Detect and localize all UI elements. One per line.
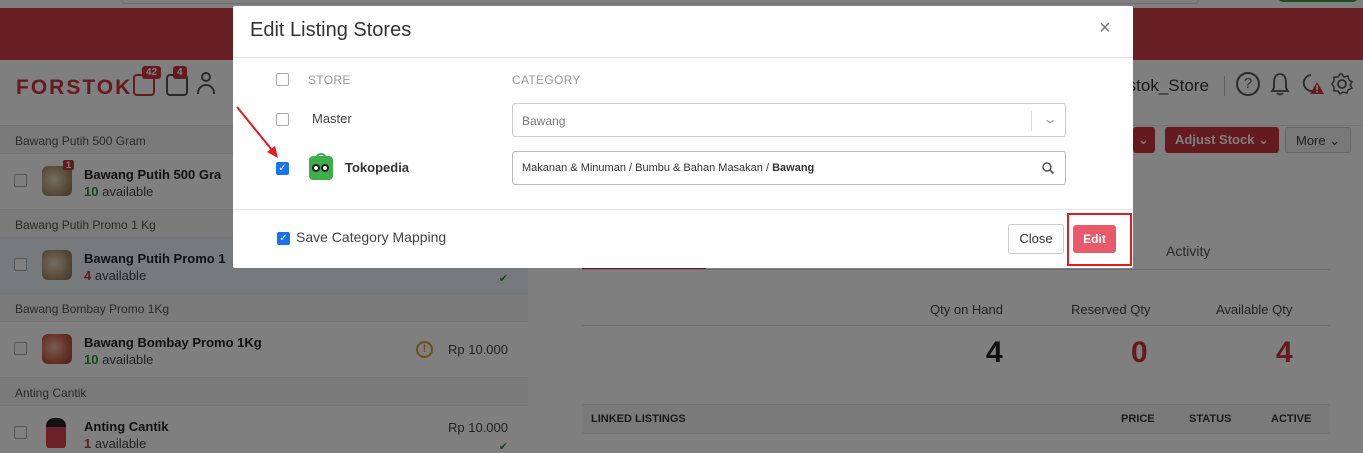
tokopedia-logo-icon [309, 153, 333, 180]
modal-title: Edit Listing Stores [250, 19, 412, 41]
tokopedia-logo-eye [312, 164, 320, 172]
search-icon[interactable] [1041, 161, 1055, 175]
edit-button-highlight [1067, 213, 1132, 266]
tokopedia-category-value: Makanan & Minuman / Bumbu & Bahan Masaka… [522, 162, 814, 174]
master-category-value: Bawang [522, 114, 566, 128]
master-store-label: Master [312, 111, 352, 126]
annotation-arrow-icon [236, 106, 278, 158]
edit-listing-stores-modal: Edit Listing Stores × STORE CATEGORY Mas… [233, 6, 1133, 268]
save-category-mapping-label: Save Category Mapping [296, 229, 447, 245]
tokopedia-logo-eye [321, 164, 329, 172]
tokopedia-category-search[interactable]: Makanan & Minuman / Bumbu & Bahan Masaka… [512, 151, 1066, 185]
modal-header-divider [233, 57, 1133, 58]
tokopedia-logo-handle [315, 153, 327, 159]
category-leaf: Bawang [772, 162, 815, 174]
close-button[interactable]: Close [1008, 224, 1064, 254]
tokopedia-store-label: Tokopedia [345, 160, 410, 175]
category-column-header: CATEGORY [512, 73, 581, 87]
close-icon[interactable]: × [1099, 18, 1111, 38]
chevron-down-icon[interactable]: ⌄ [1042, 112, 1058, 126]
master-category-select[interactable]: Bawang ⌄ [512, 103, 1066, 137]
category-path: Makanan & Minuman / Bumbu & Bahan Masaka… [522, 162, 773, 174]
store-column-header: STORE [308, 73, 351, 87]
select-all-checkbox[interactable] [276, 73, 289, 86]
save-category-mapping-checkbox[interactable]: ✓ [277, 232, 290, 245]
select-divider [1031, 111, 1032, 131]
modal-footer-divider [233, 209, 1133, 210]
